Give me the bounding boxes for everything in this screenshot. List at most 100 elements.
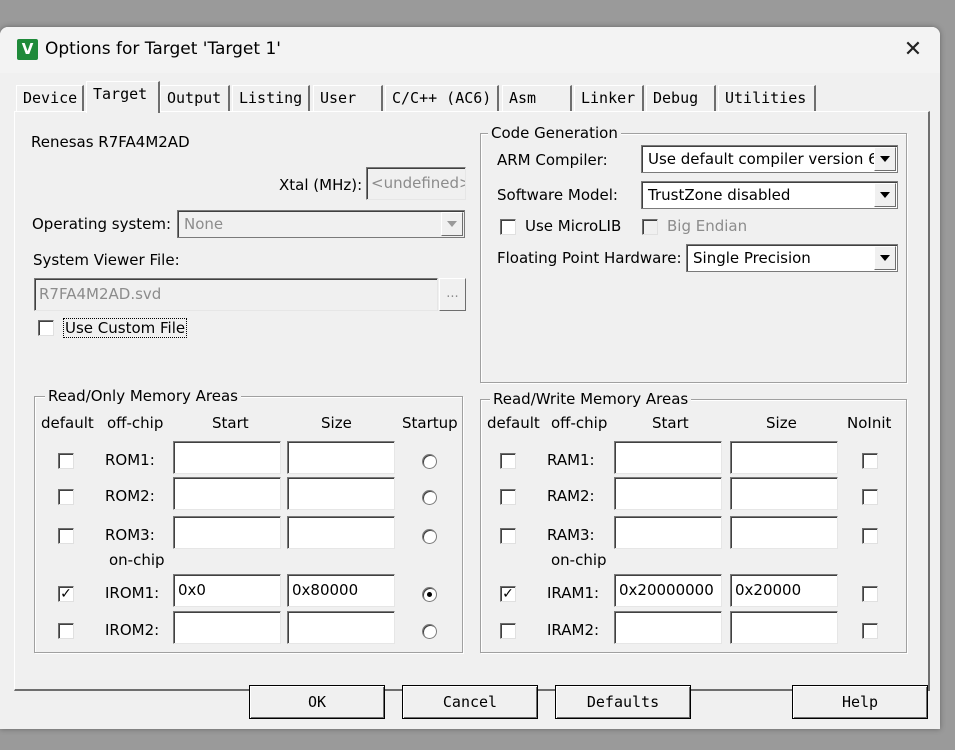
ram-row-label: IRAM1: <box>547 584 600 602</box>
rom-row-label: ROM2: <box>105 487 155 505</box>
ram-row-label: IRAM2: <box>547 621 600 639</box>
ok-button[interactable]: OK <box>249 685 385 719</box>
ram-row-label: RAM2: <box>547 487 595 505</box>
tab-output[interactable]: Output <box>160 85 230 111</box>
cancel-button[interactable]: Cancel <box>402 685 538 719</box>
ram-start-field[interactable] <box>614 441 722 474</box>
rom-size-field[interactable] <box>287 611 395 644</box>
svd-browse-button[interactable]: ... <box>439 278 466 311</box>
rom-default-checkbox[interactable] <box>58 623 74 639</box>
tab-cpp-ac6[interactable]: C/C++ (AC6) <box>385 85 499 111</box>
tab-debug[interactable]: Debug <box>646 85 716 111</box>
ram-size-field[interactable] <box>730 611 838 644</box>
ram-size-field[interactable]: 0x20000 <box>730 574 838 607</box>
ram-header-start: Start <box>652 414 689 432</box>
arm-compiler-value: Use default compiler version 6 <box>648 150 878 168</box>
software-model-value: TrustZone disabled <box>648 186 791 204</box>
rom-startup-radio[interactable] <box>422 454 437 469</box>
ram-default-checkbox[interactable] <box>500 623 516 639</box>
svd-label: System Viewer File: <box>33 251 180 269</box>
rom-row-label: IROM2: <box>105 621 160 639</box>
rom-default-checkbox[interactable] <box>58 453 74 469</box>
device-name: Renesas R7FA4M2AD <box>31 133 190 151</box>
use-microlib-checkbox[interactable] <box>500 219 516 235</box>
rom-size-field[interactable] <box>287 516 395 549</box>
rom-start-field[interactable] <box>173 611 281 644</box>
rom-header-startup: Startup <box>402 414 458 432</box>
xtal-field[interactable]: <undefined> <box>366 167 466 200</box>
ram-noinit-checkbox[interactable] <box>862 489 878 505</box>
rom-start-field[interactable] <box>173 477 281 510</box>
rom-startup-radio[interactable] <box>422 490 437 505</box>
chevron-down-icon <box>874 183 896 207</box>
ram-default-checkbox[interactable] <box>500 489 516 505</box>
rom-start-field[interactable] <box>173 516 281 549</box>
ram-noinit-checkbox[interactable] <box>862 453 878 469</box>
rom-start-field[interactable]: 0x0 <box>173 574 281 607</box>
tab-user[interactable]: User <box>313 85 383 111</box>
os-select[interactable]: None <box>177 210 465 238</box>
close-button[interactable]: ✕ <box>888 29 938 71</box>
tab-asm[interactable]: Asm <box>502 85 572 111</box>
ram-size-field[interactable] <box>730 516 838 549</box>
tab-listing[interactable]: Listing <box>232 85 310 111</box>
rom-default-checkbox[interactable] <box>58 528 74 544</box>
tab-device[interactable]: Device <box>16 85 84 111</box>
rom-start-field[interactable] <box>173 441 281 474</box>
ram-start-field[interactable]: 0x20000000 <box>614 574 722 607</box>
ram-start-field[interactable] <box>614 611 722 644</box>
ram-default-checkbox[interactable]: ✓ <box>500 586 516 602</box>
rom-header-default: default <box>41 414 94 432</box>
dialog-title: Options for Target 'Target 1' <box>45 39 281 59</box>
ram-header-noinit: NoInit <box>847 414 892 432</box>
ram-row-label: RAM3: <box>547 526 595 544</box>
big-endian-checkbox[interactable] <box>642 219 658 235</box>
ram-size-field[interactable] <box>730 477 838 510</box>
help-button[interactable]: Help <box>792 685 928 719</box>
rom-default-checkbox[interactable]: ✓ <box>58 586 74 602</box>
ram-start-field[interactable] <box>614 477 722 510</box>
chevron-down-icon <box>441 212 463 236</box>
ram-header-default: default <box>487 414 540 432</box>
fpu-label: Floating Point Hardware: <box>497 249 682 267</box>
rom-size-field[interactable] <box>287 477 395 510</box>
use-microlib-label: Use MicroLIB <box>525 217 622 235</box>
rom-startup-radio[interactable] <box>422 529 437 544</box>
code-generation-title: Code Generation <box>488 124 621 142</box>
rom-onchip-label: on-chip <box>109 551 165 569</box>
title-bar: V Options for Target 'Target 1' ✕ <box>0 27 940 73</box>
tab-utilities[interactable]: Utilities <box>718 85 816 111</box>
rom-startup-radio[interactable] <box>422 587 437 602</box>
ram-noinit-checkbox[interactable] <box>862 586 878 602</box>
rom-size-field[interactable] <box>287 441 395 474</box>
rom-default-checkbox[interactable] <box>58 489 74 505</box>
tab-linker[interactable]: Linker <box>574 85 644 111</box>
defaults-button[interactable]: Defaults <box>555 685 691 719</box>
rom-size-field[interactable]: 0x80000 <box>287 574 395 607</box>
arm-compiler-select[interactable]: Use default compiler version 6 <box>641 145 898 173</box>
svd-file-field[interactable]: R7FA4M2AD.svd <box>34 278 438 311</box>
arm-compiler-label: ARM Compiler: <box>497 151 608 169</box>
ram-row-label: RAM1: <box>547 451 595 469</box>
rom-row-label: IROM1: <box>105 584 160 602</box>
keil-app-icon: V <box>17 39 38 60</box>
use-custom-file-checkbox[interactable] <box>38 320 54 336</box>
chevron-down-icon <box>874 147 896 171</box>
software-model-select[interactable]: TrustZone disabled <box>641 181 898 209</box>
tab-target[interactable]: Target <box>86 81 160 113</box>
ram-size-field[interactable] <box>730 441 838 474</box>
os-select-value: None <box>184 215 224 233</box>
xtal-label: Xtal (MHz): <box>279 176 363 194</box>
rom-startup-radio[interactable] <box>422 624 437 639</box>
rom-header-offchip: off-chip <box>107 414 164 432</box>
ram-default-checkbox[interactable] <box>500 453 516 469</box>
ram-default-checkbox[interactable] <box>500 528 516 544</box>
fpu-select[interactable]: Single Precision <box>686 244 898 272</box>
use-custom-file-label[interactable]: Use Custom File <box>63 318 188 338</box>
options-dialog: V Options for Target 'Target 1' ✕ Device… <box>0 27 940 729</box>
ram-noinit-checkbox[interactable] <box>862 623 878 639</box>
ram-header-offchip: off-chip <box>551 414 608 432</box>
ram-start-field[interactable] <box>614 516 722 549</box>
ram-noinit-checkbox[interactable] <box>862 528 878 544</box>
rom-row-label: ROM1: <box>105 451 155 469</box>
